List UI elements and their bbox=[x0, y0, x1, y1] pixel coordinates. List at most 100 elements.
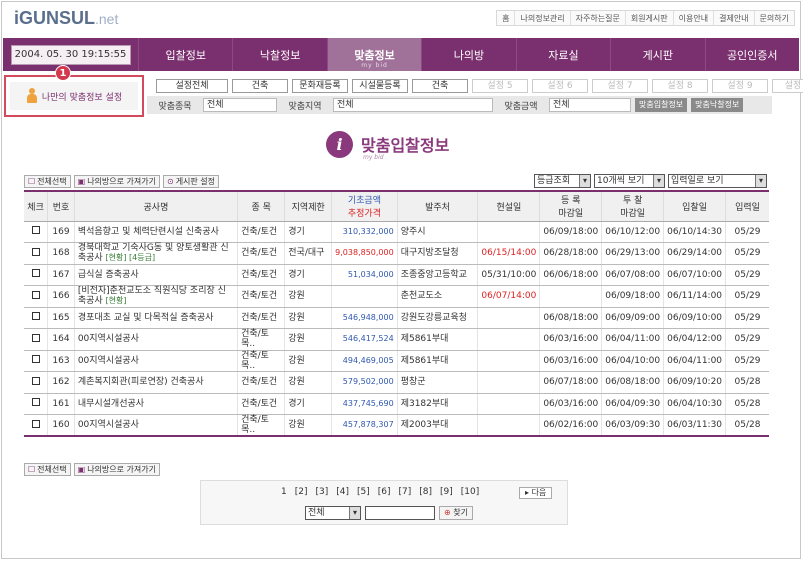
save-to-room-button[interactable]: ▣ 나의방으로 가져가기 bbox=[73, 175, 160, 188]
top-link-payment[interactable]: 결제안내 bbox=[714, 11, 755, 25]
top-link-contact[interactable]: 문의하기 bbox=[755, 11, 794, 25]
page-link[interactable]: [7] bbox=[398, 487, 411, 497]
page-link[interactable]: [5] bbox=[357, 487, 370, 497]
top-link-faq[interactable]: 자주하는질문 bbox=[571, 11, 626, 25]
nav-certificate[interactable]: 공인인증서 bbox=[704, 38, 799, 71]
setting-1[interactable]: 건축 bbox=[232, 79, 288, 93]
page-link[interactable]: [3] bbox=[315, 487, 328, 497]
checkbox-icon[interactable] bbox=[31, 290, 40, 299]
nav-custom-info[interactable]: 맞춤정보 my bid bbox=[326, 38, 422, 71]
page-link[interactable]: [4] bbox=[336, 487, 349, 497]
row-checkbox[interactable] bbox=[24, 242, 48, 265]
row-checkbox[interactable] bbox=[24, 371, 48, 394]
setting-9[interactable]: 설정 9 bbox=[712, 79, 768, 93]
page-link[interactable]: 1 bbox=[281, 487, 287, 497]
checkbox-icon[interactable] bbox=[31, 376, 40, 385]
table-row[interactable]: 165 경포대초 교실 및 다목적실 증축공사 건축/토건 강원 546,948,00… bbox=[24, 307, 769, 329]
row-site: 06/15/14:00 bbox=[477, 242, 540, 265]
nav-award-info[interactable]: 낙찰정보 bbox=[232, 38, 326, 71]
nav-library[interactable]: 자료실 bbox=[515, 38, 610, 71]
select-all-button-bottom[interactable]: ☐ 전체선택 bbox=[24, 463, 71, 476]
top-link-myinfo[interactable]: 나의정보관리 bbox=[515, 11, 571, 25]
table-row[interactable]: 167 급식실 증축공사 건축/토건 경기 51,034,000 조종중앙고등학교 05/… bbox=[24, 264, 769, 286]
table-row[interactable]: 166 [비전자]춘천교도소 직원식당 조리장 신축공사 [현황] 건축/토건 강원 춘… bbox=[24, 285, 769, 308]
checkbox-icon[interactable] bbox=[31, 355, 40, 364]
next-page-button[interactable]: ▸ 다음 bbox=[519, 487, 553, 499]
grade-select[interactable]: 등급조회 bbox=[534, 174, 591, 188]
table-row[interactable]: 163 00지역시설공사 건축/토목.. 강원 494,469,005 제5861부대 0… bbox=[24, 350, 769, 372]
page-title: i 맞춤입찰정보 my bid bbox=[326, 127, 449, 161]
setting-6[interactable]: 설정 6 bbox=[532, 79, 588, 93]
search-field-select[interactable]: 전체 bbox=[305, 506, 361, 520]
col-name: 공사명 bbox=[73, 191, 238, 222]
row-checkbox[interactable] bbox=[24, 285, 48, 308]
page-link[interactable]: [2] bbox=[295, 487, 308, 497]
top-link-guide[interactable]: 이용안내 bbox=[674, 11, 715, 25]
custom-bid-button[interactable]: 맞춤입찰정보 bbox=[635, 98, 688, 112]
row-tag[interactable]: [현황] [4등급] bbox=[106, 253, 156, 262]
save-to-room-button-bottom[interactable]: ▣ 나의방으로 가져가기 bbox=[73, 463, 160, 476]
page-title-text: 맞춤입찰정보 bbox=[361, 136, 450, 155]
checkbox-icon[interactable] bbox=[31, 226, 40, 235]
row-checkbox[interactable] bbox=[24, 414, 48, 437]
table-row[interactable]: 162 계촌복지회관(피로연장) 건축공사 건축/토건 강원 579,502,000 평… bbox=[24, 371, 769, 394]
row-checkbox[interactable] bbox=[24, 221, 48, 243]
setting-8[interactable]: 설정 8 bbox=[652, 79, 708, 93]
row-checkbox[interactable] bbox=[24, 264, 48, 286]
table-row[interactable]: 164 00지역시설공사 건축/토목.. 강원 546,417,524 제5861부대 0… bbox=[24, 328, 769, 351]
page-link[interactable]: [8] bbox=[419, 487, 432, 497]
row-name[interactable]: 급식실 증축공사 bbox=[73, 264, 238, 286]
checkbox-icon[interactable] bbox=[31, 333, 40, 342]
col-amount: 기초금액 추정가격 bbox=[331, 191, 398, 222]
page-link[interactable]: [6] bbox=[378, 487, 391, 497]
row-checkbox[interactable] bbox=[24, 393, 48, 415]
nav-board[interactable]: 게시판 bbox=[610, 38, 704, 71]
board-setting-button[interactable]: ⊙ 게시판 설정 bbox=[162, 175, 220, 188]
row-name[interactable]: [비전자]춘천교도소 직원식당 조리장 신축공사 [현황] bbox=[73, 285, 238, 308]
setting-all[interactable]: 설정전체 bbox=[156, 79, 228, 93]
nav-my-room[interactable]: 나의방 bbox=[421, 38, 515, 71]
setting-4[interactable]: 건축 bbox=[412, 79, 468, 93]
site-logo[interactable]: iGUNSUL.net bbox=[14, 8, 118, 29]
table-row[interactable]: 169 벽석음향고 및 체력단련시설 신축공사 건축/토건 경기 310,332,00… bbox=[24, 221, 769, 243]
table-row[interactable]: 168 경북대학교 기숙사G동 및 양토생활관 신축공사 [현황] [4등급] 건축… bbox=[24, 242, 769, 265]
setting-3[interactable]: 시설물등록 bbox=[352, 79, 408, 93]
sort-select[interactable]: 입력일로 보기 bbox=[668, 174, 767, 188]
row-name[interactable]: 경북대학교 기숙사G동 및 양토생활관 신축공사 [현황] [4등급] bbox=[73, 242, 238, 265]
setting-7[interactable]: 설정 7 bbox=[592, 79, 648, 93]
row-name[interactable]: 00지역시설공사 bbox=[73, 414, 238, 437]
table-row[interactable]: 161 내무시설개선공사 건축/토건 경기 437,745,690 제3182부대 06/… bbox=[24, 393, 769, 415]
custom-setting-button[interactable]: 나만의 맞춤정보 설정 bbox=[4, 75, 144, 117]
page-link[interactable]: [9] bbox=[440, 487, 453, 497]
row-name[interactable]: 내무시설개선공사 bbox=[73, 393, 238, 415]
select-all-button[interactable]: ☐ 전체선택 bbox=[24, 175, 71, 188]
setting-5[interactable]: 설정 5 bbox=[472, 79, 528, 93]
row-name[interactable]: 00지역시설공사 bbox=[73, 328, 238, 351]
callout-badge: 1 bbox=[55, 65, 71, 81]
nav-bid-info[interactable]: 입찰정보 bbox=[138, 38, 232, 71]
checkbox-icon[interactable] bbox=[31, 269, 40, 278]
page-link[interactable]: [10] bbox=[461, 487, 479, 497]
setting-2[interactable]: 문화재등록 bbox=[292, 79, 348, 93]
row-checkbox[interactable] bbox=[24, 328, 48, 351]
row-name[interactable]: 계촌복지회관(피로연장) 건축공사 bbox=[73, 371, 238, 394]
checkbox-icon[interactable] bbox=[31, 398, 40, 407]
search-input[interactable] bbox=[365, 506, 435, 520]
checkbox-icon[interactable] bbox=[31, 419, 40, 428]
top-link-board[interactable]: 회원게시판 bbox=[626, 11, 674, 25]
search-button[interactable]: ⊕ 찾기 bbox=[439, 506, 473, 520]
table-row[interactable]: 160 00지역시설공사 건축/토목.. 강원 457,878,307 제2003부대 0… bbox=[24, 414, 769, 437]
row-name[interactable]: 00지역시설공사 bbox=[73, 350, 238, 372]
row-name[interactable]: 벽석음향고 및 체력단련시설 신축공사 bbox=[73, 221, 238, 243]
top-link-home[interactable]: 홈 bbox=[497, 11, 516, 25]
row-checkbox[interactable] bbox=[24, 307, 48, 329]
setting-10[interactable]: 설정 10 bbox=[772, 79, 803, 93]
row-tag[interactable]: [현황] bbox=[106, 296, 127, 305]
custom-award-button[interactable]: 맞춤낙찰정보 bbox=[691, 98, 744, 112]
row-name[interactable]: 경포대초 교실 및 다목적실 증축공사 bbox=[73, 307, 238, 329]
row-checkbox[interactable] bbox=[24, 350, 48, 372]
row-open: 06/09/10:00 bbox=[663, 307, 726, 329]
checkbox-icon[interactable] bbox=[31, 247, 40, 256]
checkbox-icon[interactable] bbox=[31, 312, 40, 321]
perpage-select[interactable]: 10개씩 보기 bbox=[594, 174, 665, 188]
